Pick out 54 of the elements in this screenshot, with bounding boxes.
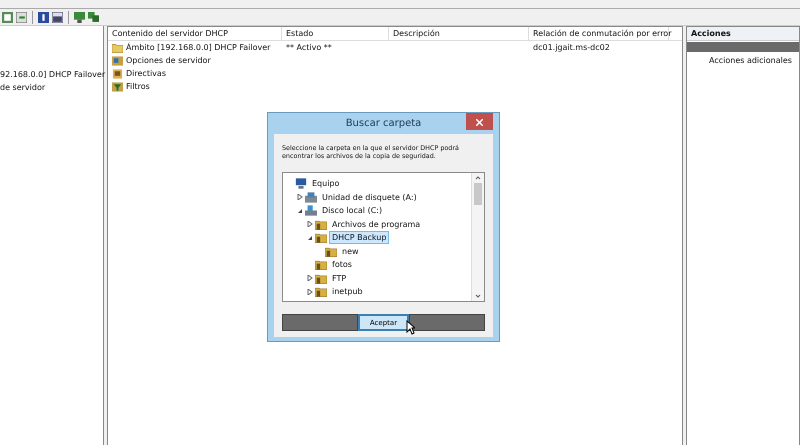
scroll-thumb[interactable] xyxy=(474,183,482,205)
floppy-drive-icon xyxy=(305,192,317,203)
tree-item[interactable]: fotos xyxy=(329,258,355,272)
folder-icon xyxy=(315,259,327,270)
column-header[interactable]: Relación de conmutación por error xyxy=(529,27,669,40)
collapsed-arrow-icon[interactable] xyxy=(307,288,313,295)
drive-icon xyxy=(305,205,317,216)
computer-icon xyxy=(295,178,307,190)
table-cell[interactable]: Opciones de servidor xyxy=(126,56,211,65)
folder-icon xyxy=(325,246,337,257)
action-link[interactable]: Acciones adicionales xyxy=(687,53,799,65)
tree-item[interactable]: Equipo xyxy=(309,177,342,190)
column-header[interactable]: Contenido del servidor DHCP xyxy=(108,27,282,40)
export-icon[interactable] xyxy=(16,12,27,22)
scrollbar[interactable] xyxy=(471,173,484,301)
help-icon[interactable] xyxy=(38,12,49,22)
collapsed-arrow-icon[interactable] xyxy=(307,221,313,228)
filter-icon xyxy=(112,82,123,92)
table-cell[interactable]: Ámbito [192.168.0.0] DHCP Failover xyxy=(126,43,270,52)
tree-item[interactable]: de servidor xyxy=(0,81,103,94)
close-button[interactable] xyxy=(466,113,493,130)
options-icon xyxy=(112,56,123,66)
cursor-icon xyxy=(406,320,415,335)
table-cell: dc01.jgait.ms-dc02 xyxy=(533,43,610,52)
expanded-arrow-icon[interactable] xyxy=(297,208,303,214)
tree-item[interactable]: FTP xyxy=(329,272,350,285)
collapsed-arrow-icon[interactable] xyxy=(307,275,313,282)
column-header[interactable]: Estado xyxy=(282,27,389,40)
refresh-icon[interactable] xyxy=(2,12,13,22)
table-cell: ** Activo ** xyxy=(286,43,332,52)
folder-icon xyxy=(315,232,327,244)
collapsed-arrow-icon[interactable] xyxy=(297,194,303,200)
tree-item[interactable]: Archivos de programa xyxy=(329,218,424,231)
tree-item[interactable]: DHCP Backup xyxy=(329,231,390,244)
document-icon xyxy=(112,68,123,78)
tree-item[interactable]: inetpub xyxy=(329,285,366,298)
table-cell[interactable]: Directivas xyxy=(126,69,166,78)
column-header[interactable]: Descripción xyxy=(389,27,529,40)
tree-item[interactable]: Disco local (C:) xyxy=(319,204,386,218)
tree-item[interactable]: Unidad de disquete (A:) xyxy=(319,190,420,204)
monitor-icon[interactable] xyxy=(74,12,85,22)
folder-icon xyxy=(315,218,327,230)
dialog-title: Buscar carpeta xyxy=(346,118,422,129)
expanded-arrow-icon[interactable] xyxy=(307,234,313,241)
folder-icon xyxy=(112,42,123,52)
actions-title: Acciones xyxy=(687,27,799,41)
folder-icon xyxy=(315,272,327,284)
tree-item[interactable]: new xyxy=(339,244,362,258)
close-icon xyxy=(476,119,483,126)
monitors-icon[interactable] xyxy=(88,12,99,22)
tree-item[interactable]: 92.168.0.0] DHCP Failover xyxy=(0,68,103,81)
panel-icon[interactable] xyxy=(52,12,63,22)
table-cell[interactable]: Filtros xyxy=(126,82,150,91)
folder-icon xyxy=(315,286,327,298)
